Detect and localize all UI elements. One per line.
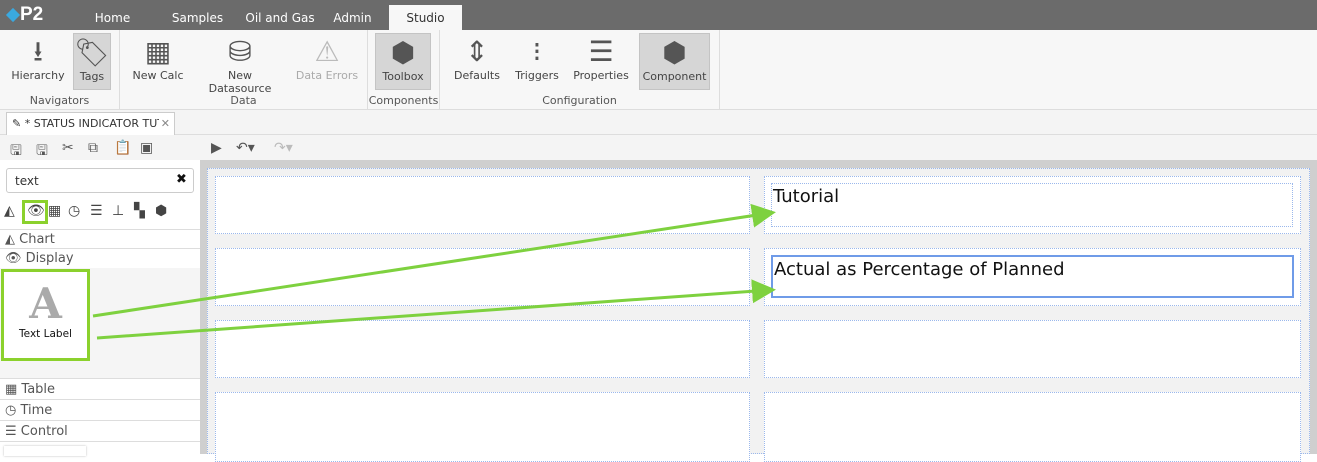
arrow-to-tutorial xyxy=(92,203,776,318)
arrow-to-actual xyxy=(96,279,776,340)
drag-arrows xyxy=(92,203,776,340)
